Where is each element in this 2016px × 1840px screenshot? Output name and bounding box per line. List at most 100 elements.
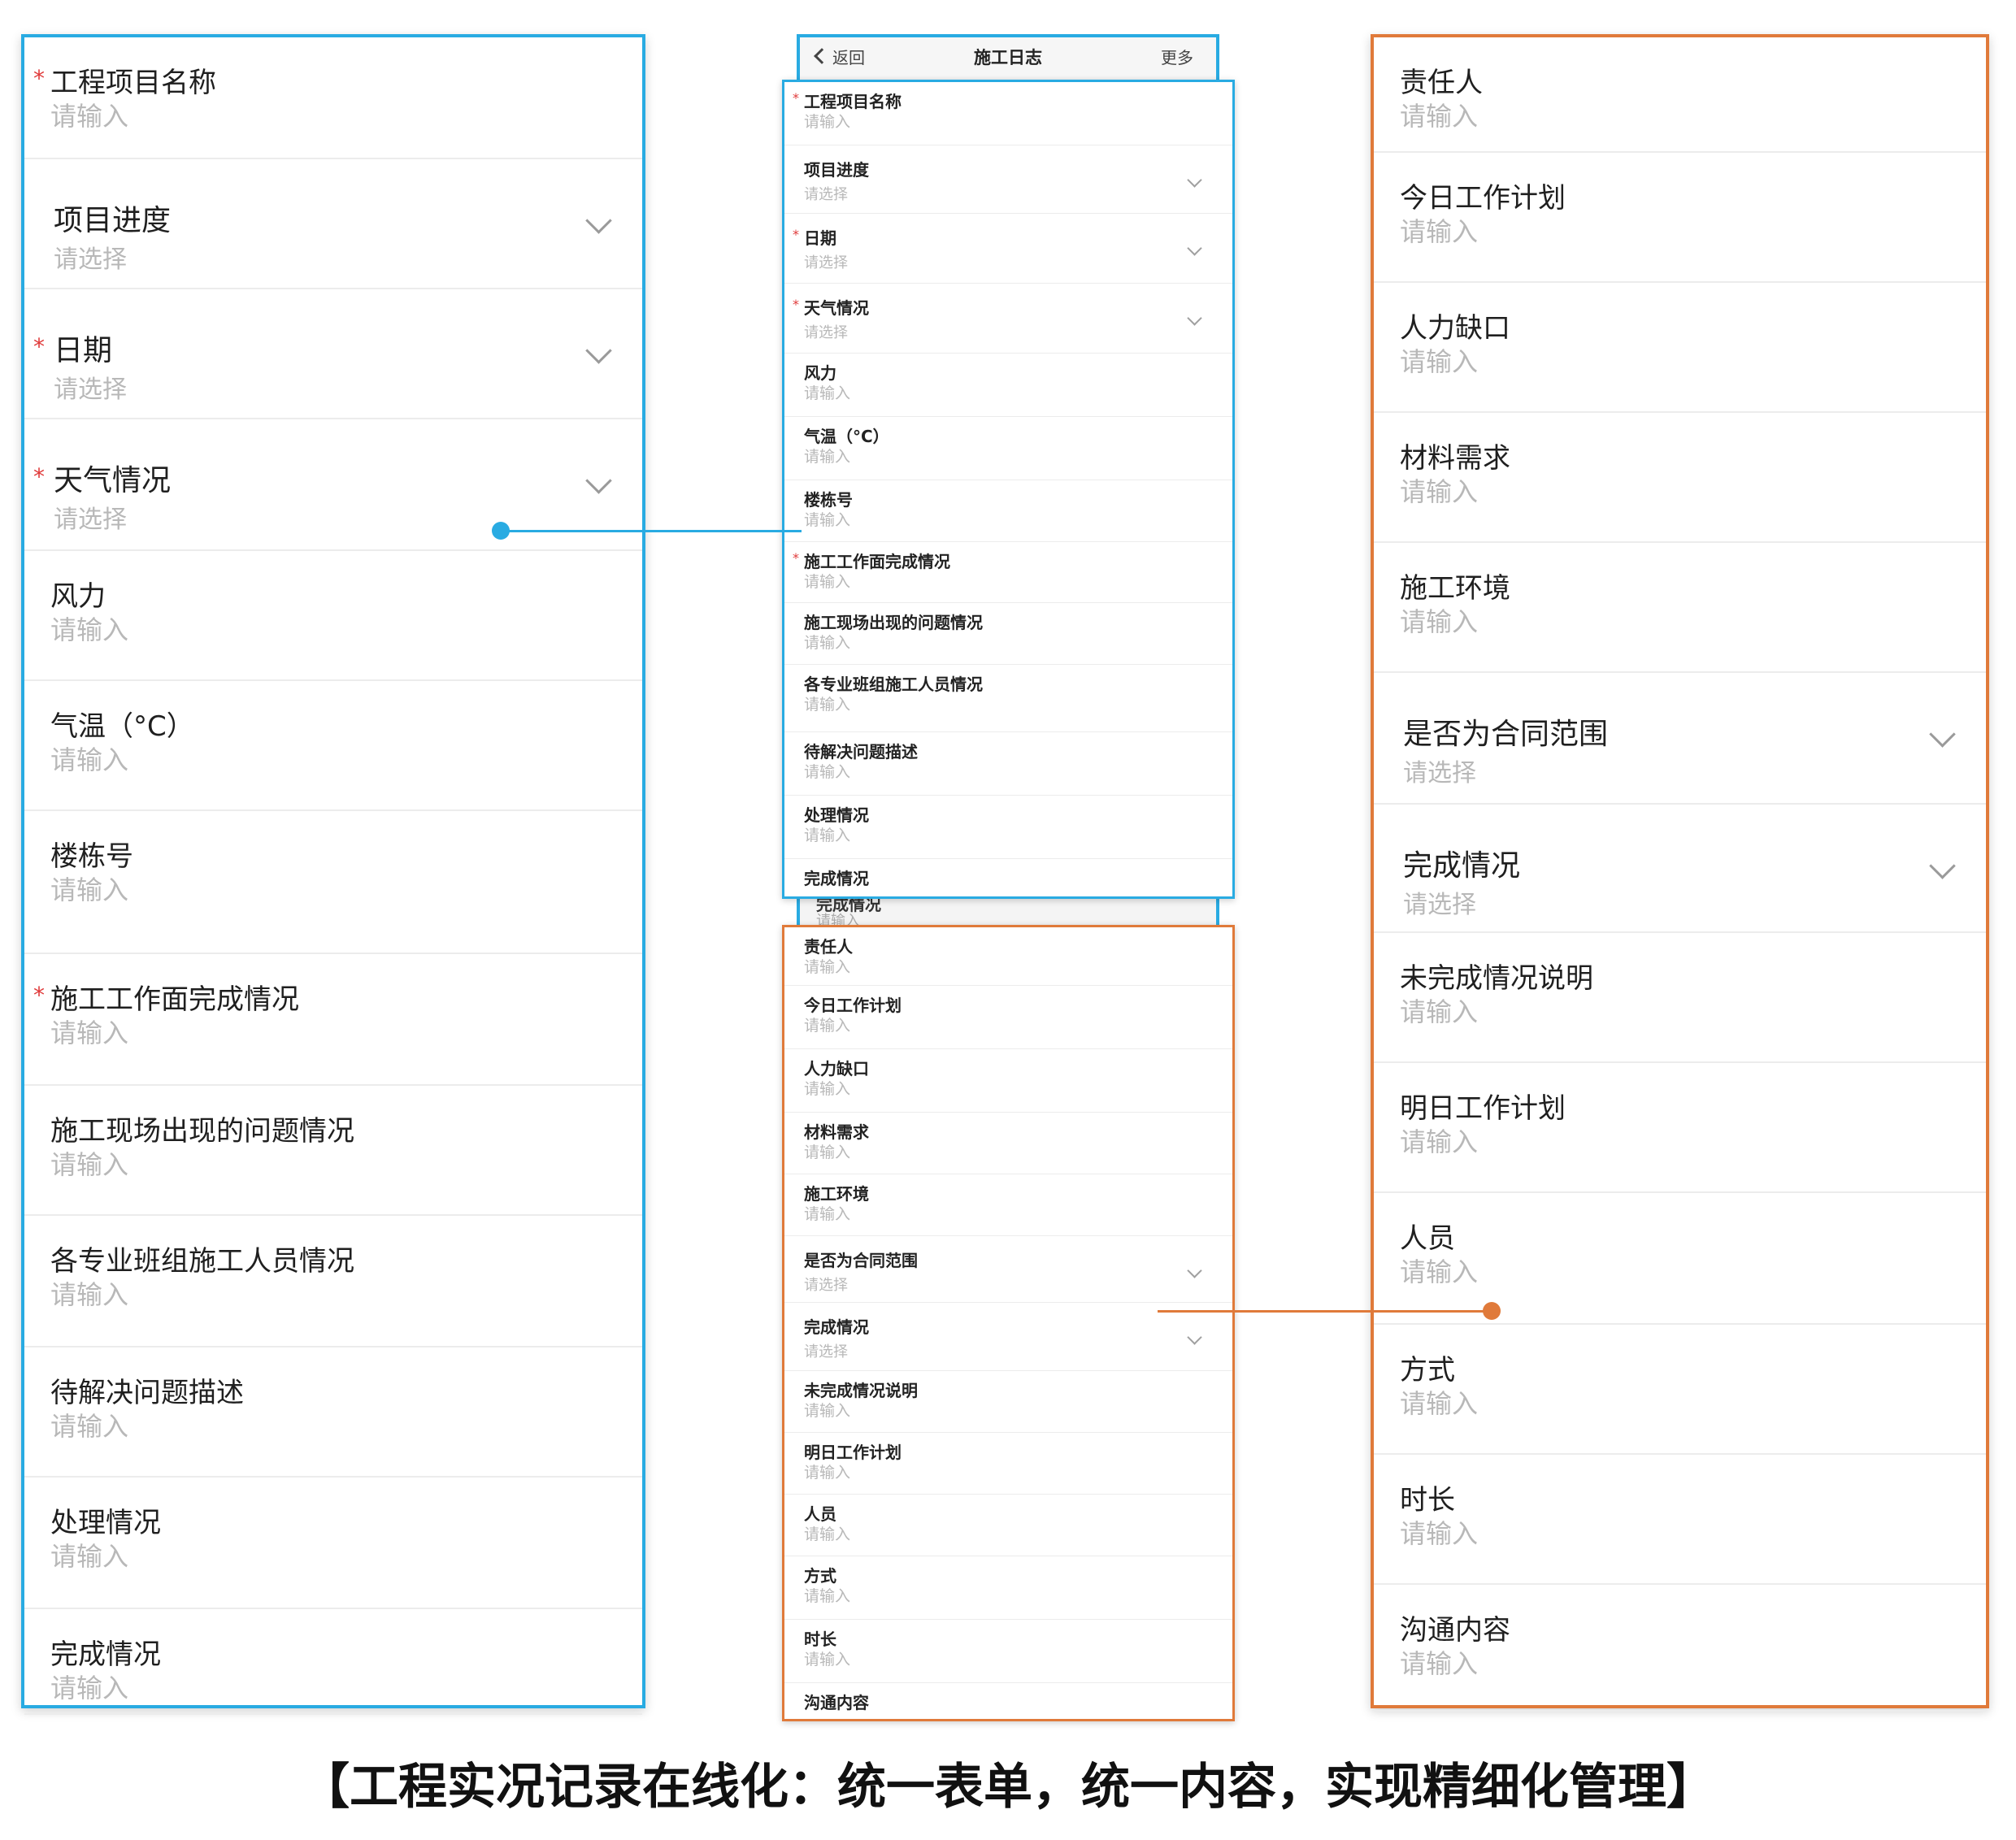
input-field-row[interactable]: 未完成情况说明 请输入 [1374, 933, 1986, 1063]
input-field-row[interactable]: 时长 请输入 [1374, 1455, 1986, 1585]
input-field-row[interactable]: * 施工工作面完成情况 请输入 [784, 542, 1232, 603]
input-field-row[interactable]: 沟通内容 请输入 [1374, 1585, 1986, 1712]
input-placeholder[interactable]: 请输入 [804, 760, 850, 782]
select-field-row[interactable]: 完成情况 请选择 [1374, 805, 1986, 933]
select-placeholder[interactable]: 请选择 [804, 1274, 848, 1295]
input-placeholder[interactable]: 请输入 [1400, 1383, 1478, 1421]
input-placeholder[interactable]: 请输入 [804, 631, 850, 653]
input-field-row[interactable]: 气温（°C） 请输入 [784, 417, 1232, 480]
input-field-row[interactable]: 楼栋号 请输入 [24, 811, 642, 954]
input-field-row[interactable]: 风力 请输入 [784, 354, 1232, 417]
input-field-row[interactable]: 沟通内容 [784, 1683, 1232, 1719]
select-placeholder[interactable]: 请选择 [54, 239, 127, 275]
input-placeholder[interactable]: 请输入 [1400, 1122, 1478, 1159]
input-field-row[interactable]: 材料需求 请输入 [784, 1113, 1232, 1174]
input-placeholder[interactable]: 请输入 [804, 110, 850, 132]
chevron-down-icon[interactable] [1187, 1330, 1202, 1345]
input-placeholder[interactable]: 请输入 [1400, 992, 1478, 1029]
input-field-row[interactable]: 人力缺口 请输入 [1374, 283, 1986, 413]
select-field-row[interactable]: * 日期 请选择 [24, 289, 642, 419]
select-field-row[interactable]: * 日期 请选择 [784, 214, 1232, 284]
input-placeholder[interactable]: 请输入 [804, 508, 850, 530]
input-field-row[interactable]: 未完成情况说明 请输入 [784, 1371, 1232, 1433]
chevron-down-icon[interactable] [1929, 721, 1956, 748]
input-field-row[interactable]: 施工现场出现的问题情况 请输入 [24, 1086, 642, 1216]
chevron-down-icon[interactable] [585, 467, 612, 494]
input-field-row[interactable]: 待解决问题描述 请输入 [24, 1347, 642, 1478]
input-field-row[interactable]: 人员 请输入 [1374, 1193, 1986, 1325]
more-button[interactable]: 更多 [1161, 45, 1193, 68]
input-placeholder[interactable]: 请输入 [804, 1013, 850, 1035]
input-placeholder[interactable]: 请输入 [50, 1013, 128, 1050]
chevron-down-icon[interactable] [1187, 310, 1202, 326]
input-placeholder[interactable]: 请输入 [804, 1140, 850, 1162]
input-field-row[interactable]: 完成情况 [784, 859, 1232, 896]
input-placeholder[interactable]: 请输入 [804, 1077, 850, 1099]
input-field-row[interactable]: 明日工作计划 请输入 [1374, 1063, 1986, 1193]
input-field-row[interactable]: 明日工作计划 请输入 [784, 1433, 1232, 1495]
input-placeholder[interactable]: 请输入 [50, 740, 128, 777]
input-placeholder[interactable]: 请输入 [1400, 96, 1478, 133]
input-placeholder[interactable]: 请输入 [804, 1522, 850, 1544]
input-placeholder[interactable]: 请输入 [804, 1647, 850, 1669]
select-placeholder[interactable]: 请选择 [804, 321, 848, 342]
input-placeholder[interactable]: 请输入 [1400, 1513, 1478, 1551]
input-placeholder[interactable]: 请输入 [804, 1460, 850, 1482]
input-field-row[interactable]: 施工环境 请输入 [1374, 543, 1986, 673]
input-placeholder[interactable]: 请输入 [50, 1406, 128, 1443]
input-placeholder[interactable]: 请输入 [804, 570, 850, 592]
input-field-row[interactable]: 各专业班组施工人员情况 请输入 [24, 1216, 642, 1347]
input-field-row[interactable]: 责任人 请输入 [784, 927, 1232, 986]
select-placeholder[interactable]: 请选择 [804, 251, 848, 272]
input-field-row[interactable]: 方式 请输入 [1374, 1325, 1986, 1455]
input-placeholder[interactable]: 请输入 [50, 96, 128, 133]
input-field-row[interactable]: 方式 请输入 [784, 1556, 1232, 1620]
select-placeholder[interactable]: 请选择 [54, 369, 127, 405]
input-field-row[interactable]: 时长 请输入 [784, 1620, 1232, 1683]
input-field-row[interactable]: 施工现场出现的问题情况 请输入 [784, 603, 1232, 665]
chevron-down-icon[interactable] [585, 207, 612, 234]
select-field-row[interactable]: 完成情况 请选择 [784, 1303, 1232, 1371]
input-placeholder[interactable]: 请输入 [50, 870, 128, 907]
select-field-row[interactable]: 是否为合同范围 请选择 [784, 1236, 1232, 1303]
chevron-down-icon[interactable] [1187, 241, 1202, 256]
input-placeholder[interactable]: 请输入 [1400, 1643, 1478, 1681]
input-field-row[interactable]: 待解决问题描述 请输入 [784, 732, 1232, 796]
input-placeholder[interactable]: 请输入 [804, 823, 850, 845]
input-placeholder[interactable]: 请输入 [50, 1144, 128, 1182]
input-placeholder[interactable]: 请输入 [804, 445, 850, 467]
input-field-row[interactable]: 责任人 请输入 [1374, 37, 1986, 153]
select-field-row[interactable]: 是否为合同范围 请选择 [1374, 673, 1986, 805]
chevron-down-icon[interactable] [1187, 1263, 1202, 1278]
select-placeholder[interactable]: 请选择 [1403, 753, 1476, 788]
input-placeholder[interactable]: 请输入 [1400, 211, 1478, 249]
input-placeholder[interactable]: 请输入 [804, 1399, 850, 1421]
select-placeholder[interactable]: 请选择 [54, 499, 127, 535]
input-placeholder[interactable]: 请输入 [1400, 601, 1478, 639]
input-field-row[interactable]: 气温（°C） 请输入 [24, 681, 642, 811]
input-placeholder[interactable]: 请输入 [1400, 1252, 1478, 1289]
input-field-row[interactable]: 今日工作计划 请输入 [1374, 153, 1986, 283]
select-placeholder[interactable]: 请选择 [1403, 884, 1476, 920]
input-placeholder[interactable]: 请输入 [804, 381, 850, 403]
select-placeholder[interactable]: 请选择 [804, 1340, 848, 1361]
input-placeholder[interactable]: 请输入 [1400, 471, 1478, 509]
input-placeholder[interactable]: 请输入 [50, 1536, 128, 1573]
chevron-down-icon[interactable] [1929, 853, 1956, 879]
chevron-down-icon[interactable] [585, 337, 612, 364]
select-field-row[interactable]: 项目进度 请选择 [24, 159, 642, 289]
input-field-row[interactable]: 处理情况 请输入 [24, 1478, 642, 1609]
input-field-row[interactable]: 人力缺口 请输入 [784, 1049, 1232, 1113]
input-field-row[interactable]: 材料需求 请输入 [1374, 413, 1986, 543]
input-field-row[interactable]: * 工程项目名称 请输入 [24, 37, 642, 159]
select-placeholder[interactable]: 请选择 [804, 183, 848, 204]
input-placeholder[interactable]: 请输入 [50, 610, 128, 647]
input-placeholder[interactable]: 请输入 [804, 1584, 850, 1606]
input-placeholder[interactable]: 请输入 [804, 955, 850, 977]
input-field-row[interactable]: 楼栋号 请输入 [784, 480, 1232, 542]
select-field-row[interactable]: 项目进度 请选择 [784, 145, 1232, 214]
chevron-down-icon[interactable] [1187, 172, 1202, 188]
select-field-row[interactable]: * 天气情况 请选择 [784, 284, 1232, 354]
input-field-row[interactable]: 各专业班组施工人员情况 请输入 [784, 665, 1232, 732]
input-field-row[interactable]: 人员 请输入 [784, 1495, 1232, 1556]
